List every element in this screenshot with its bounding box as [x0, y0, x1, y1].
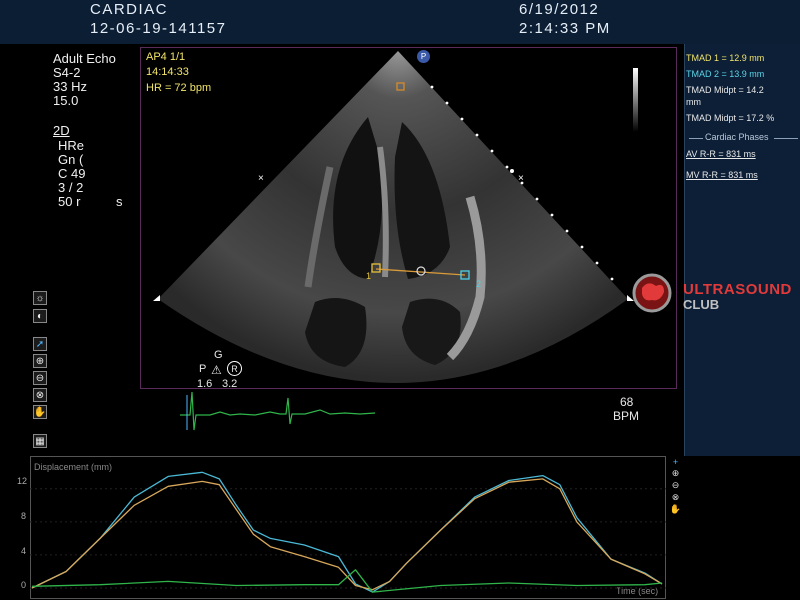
p-value: 1.6 [197, 378, 213, 390]
zoom-in-icon[interactable]: ⊕ [33, 354, 47, 368]
graph-pointer-icon[interactable]: + [670, 456, 681, 467]
probe-name: S4-2 [53, 65, 81, 80]
orange-series-line [31, 478, 663, 591]
study-date: 6/19/2012 [519, 1, 600, 18]
phases-divider-left [689, 138, 703, 139]
caliper-2-label: 2 [476, 279, 481, 289]
mv-rr-link[interactable]: MV R-R = 831 ms [686, 170, 758, 180]
tmad2-measurement: TMAD 2 = 13.9 mm [686, 69, 765, 79]
exam-type: Adult Echo [53, 51, 116, 66]
ytick-label: 8 [21, 511, 27, 521]
ytick-label: 0 [21, 580, 27, 590]
cyan-series-line [31, 471, 663, 593]
heart-rate: HR = 72 bpm [146, 82, 212, 94]
tmad1-measurement: TMAD 1 = 12.9 mm [686, 53, 765, 63]
ultrasound-club-logo-icon [632, 273, 672, 313]
focus-marker-left: × [258, 173, 264, 184]
depth-value: 15.0 [53, 93, 79, 108]
ecg-trace [180, 391, 376, 431]
persist-value: 3 / 2 [58, 180, 84, 195]
g-label: G [214, 349, 223, 361]
warning-triangle-icon: ⚠ [211, 363, 222, 377]
view-label: AP4 1/1 [146, 51, 186, 63]
graph-pan-icon[interactable]: ✋ [670, 504, 681, 515]
bpm-value: 68 [620, 395, 634, 409]
green-series-line [31, 569, 663, 593]
graph-zoom-fit-icon[interactable]: ⊗ [670, 492, 681, 503]
ytick-label: 12 [17, 476, 28, 486]
bpm-unit: BPM [613, 409, 640, 423]
patient-id: 12-06-19-141157 [90, 20, 227, 37]
contrast-icon[interactable]: ◐ [33, 309, 47, 323]
graph-zoom-out-icon[interactable]: ⊖ [670, 480, 681, 491]
orientation-marker-left [153, 295, 160, 301]
caliper-1-label: 1 [366, 271, 371, 281]
focus-dot [510, 169, 514, 173]
study-label: CARDIAC [90, 1, 169, 18]
ytick-label: 4 [21, 546, 27, 556]
g-value: 3.2 [222, 378, 238, 390]
mode-label: 2D [53, 123, 70, 138]
cardiac-phases-header: Cardiac Phases [705, 132, 769, 142]
tmad-midpt-measurement: TMAD Midpt = 14.2 [686, 85, 764, 95]
gain-value: Gn ( [58, 152, 84, 167]
r-badge: R [227, 361, 242, 376]
sector-background [158, 51, 628, 383]
displacement-chart [30, 471, 666, 593]
zoom-fit-icon[interactable]: ⊗ [33, 388, 47, 402]
probe-orientation-badge: P [417, 50, 430, 63]
phases-divider-right [774, 138, 798, 139]
study-time: 2:14:33 PM [519, 20, 611, 37]
frame-rate: 33 Hz [53, 79, 87, 94]
graph-zoom-in-icon[interactable]: ⊕ [670, 468, 681, 479]
logo-text-club: CLUB [683, 297, 720, 312]
ultrasound-sector[interactable]: × × 1 2 [140, 47, 677, 389]
p-label: P [199, 363, 207, 375]
pointer-icon[interactable]: ➚ [33, 337, 47, 351]
res-value: HRe [58, 138, 85, 153]
dynamic-range-suffix: s [116, 194, 123, 209]
clip-clock: 14:14:33 [146, 66, 189, 78]
dynamic-range-value: 50 r [58, 194, 81, 209]
focus-marker-right: × [518, 173, 524, 184]
tmad-midpt-unit: mm [686, 97, 701, 107]
pan-hand-icon[interactable]: ✋ [33, 405, 47, 419]
tmad-midpt-percent: TMAD Midpt = 17.2 % [686, 113, 775, 123]
scan-icon[interactable]: ▦ [33, 434, 47, 448]
logo-text-ultrasound: ULTRASOUND [683, 281, 792, 298]
brightness-icon[interactable]: ☼ [33, 291, 47, 305]
grayscale-bar [633, 68, 638, 132]
compress-value: C 49 [58, 166, 86, 181]
zoom-out-icon[interactable]: ⊖ [33, 371, 47, 385]
measurement-panel [684, 44, 800, 456]
av-rr-link[interactable]: AV R-R = 831 ms [686, 149, 756, 159]
